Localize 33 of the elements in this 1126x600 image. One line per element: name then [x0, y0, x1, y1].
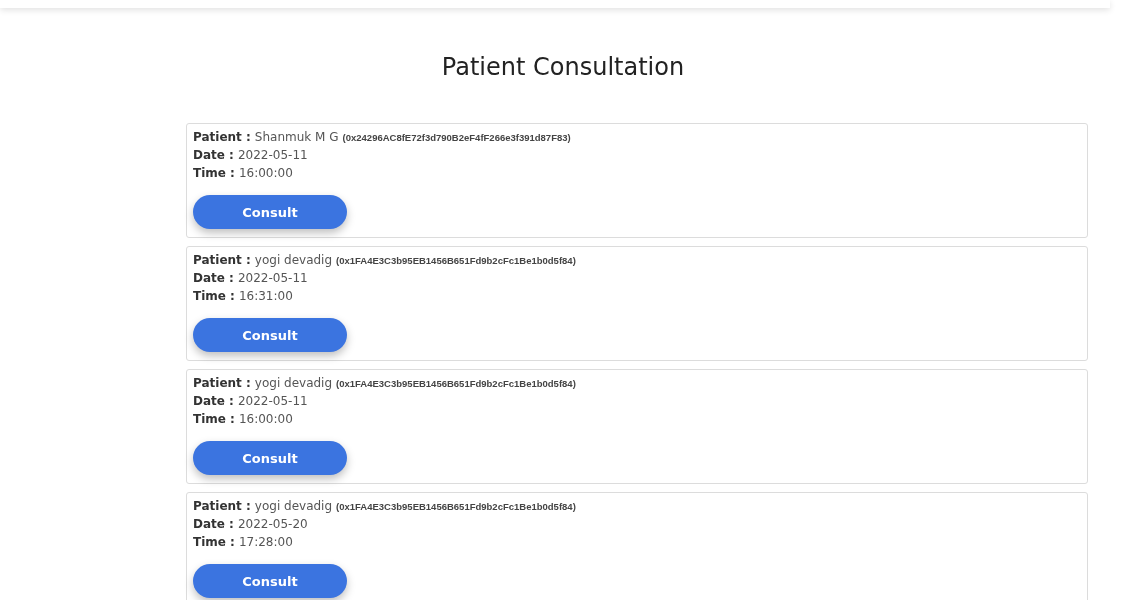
field-label: Date :	[193, 148, 234, 162]
page-title: Patient Consultation	[440, 53, 686, 83]
field-label: Time :	[193, 412, 235, 426]
date-value: 2022-05-20	[237, 517, 308, 531]
time-value: 17:28:00	[238, 535, 293, 549]
field-label: Date :	[193, 517, 234, 531]
wallet-address: (0x1FA4E3C3b95EB1456B651Fd9b2cFc1Be1b0d5f84)	[336, 378, 576, 389]
field-label: Patient :	[193, 130, 251, 144]
field-label: Patient :	[193, 376, 251, 390]
time-value: 16:00:00	[238, 412, 293, 426]
date-value: 2022-05-11	[237, 271, 308, 285]
field-label: Time :	[193, 289, 235, 303]
consult-button[interactable]: Consult	[193, 195, 347, 229]
wallet-address: (0x24296AC8fE72f3d790B2eF4fF266e3f391d87F83)	[342, 132, 571, 143]
patient-name: yogi devadig	[254, 376, 333, 390]
time-value: 16:00:00	[238, 166, 293, 180]
consult-button[interactable]: Consult	[193, 441, 347, 475]
date-value: 2022-05-11	[237, 148, 308, 162]
time-value: 16:31:00	[238, 289, 293, 303]
wallet-address: (0x1FA4E3C3b95EB1456B651Fd9b2cFc1Be1b0d5f84)	[336, 501, 576, 512]
patient-name: yogi devadig	[254, 499, 333, 513]
field-label: Date :	[193, 271, 234, 285]
date-value: 2022-05-11	[237, 394, 308, 408]
field-label: Time :	[193, 535, 235, 549]
patient-name: Shanmuk M G	[254, 130, 339, 144]
consult-button[interactable]: Consult	[193, 564, 347, 598]
consult-button[interactable]: Consult	[193, 318, 347, 352]
wallet-address: (0x1FA4E3C3b95EB1456B651Fd9b2cFc1Be1b0d5f84)	[336, 255, 576, 266]
field-label: Time :	[193, 166, 235, 180]
field-label: Patient :	[193, 499, 251, 513]
field-label: Patient :	[193, 253, 251, 267]
patient-name: yogi devadig	[254, 253, 333, 267]
field-label: Date :	[193, 394, 234, 408]
